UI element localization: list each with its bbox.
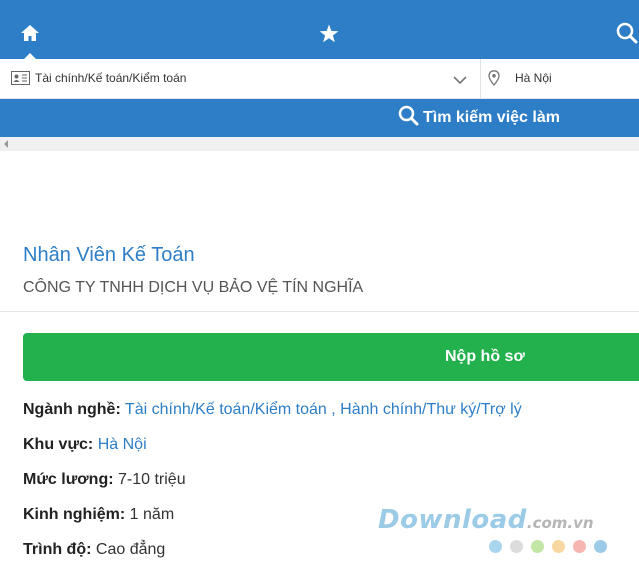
watermark-dot [552, 540, 565, 553]
industry-label: Ngành nghề: [23, 401, 121, 418]
watermark-dot [510, 540, 523, 553]
id-card-icon [11, 71, 30, 90]
region-link[interactable]: Hà Nội [98, 436, 147, 453]
industry-link-finance[interactable]: Tài chính/Kế toán/Kiểm toán [125, 401, 327, 418]
horizontal-scrollbar[interactable] [0, 137, 639, 151]
home-icon[interactable] [15, 18, 45, 48]
watermark-domain: .com.vn [526, 514, 594, 532]
industry-separator: , [326, 401, 341, 418]
education-row: Trình độ: Cao đẳng [23, 541, 165, 559]
salary-label: Mức lương: [23, 471, 114, 488]
search-filters: Tài chính/Kế toán/Kiểm toán Hà Nội [0, 59, 639, 99]
region-row: Khu vực: Hà Nội [23, 436, 147, 454]
top-nav-bar [0, 0, 639, 59]
search-icon[interactable] [612, 18, 639, 48]
region-label: Khu vực: [23, 436, 94, 453]
experience-row: Kinh nghiệm: 1 năm [23, 506, 174, 524]
apply-button[interactable]: Nộp hồ sơ [23, 333, 639, 381]
chevron-down-icon [453, 72, 467, 90]
divider [0, 311, 639, 312]
experience-value: 1 năm [129, 506, 175, 523]
education-value: Cao đẳng [95, 541, 166, 558]
scroll-left-arrow-icon[interactable] [4, 140, 8, 148]
apply-button-label: Nộp hồ sơ [445, 348, 525, 365]
salary-value: 7-10 triệu [118, 471, 186, 488]
watermark-dots [489, 540, 607, 553]
search-icon [398, 105, 419, 131]
category-value: Tài chính/Kế toán/Kiểm toán [35, 71, 187, 85]
watermark-dot [531, 540, 544, 553]
watermark-dot [489, 540, 502, 553]
category-select[interactable]: Tài chính/Kế toán/Kiểm toán [0, 59, 481, 98]
watermark-dot [594, 540, 607, 553]
location-pin-icon [488, 70, 500, 91]
job-title[interactable]: Nhân Viên Kế Toán [23, 244, 195, 267]
industry-row: Ngành nghề: Tài chính/Kế toán/Kiểm toán … [23, 401, 522, 419]
star-icon[interactable] [314, 18, 344, 48]
experience-label: Kinh nghiệm: [23, 506, 126, 523]
watermark-brand: Download [378, 505, 527, 535]
industry-link-admin[interactable]: Hành chính/Thư ký/Trợ lý [340, 401, 522, 418]
salary-row: Mức lương: 7-10 triệu [23, 471, 186, 489]
job-search-label: Tìm kiếm việc làm [423, 109, 560, 126]
job-search-button[interactable]: Tìm kiếm việc làm [398, 105, 560, 131]
search-bar: Tìm kiếm việc làm [0, 99, 639, 137]
watermark-dot [573, 540, 586, 553]
location-value: Hà Nội [515, 71, 552, 85]
company-name: CÔNG TY TNHH DỊCH VỤ BẢO VỆ TÍN NGHĨA [23, 279, 364, 296]
location-select[interactable]: Hà Nội [481, 59, 639, 98]
education-label: Trình độ: [23, 541, 92, 558]
download-watermark: Download.com.vn [378, 505, 594, 535]
